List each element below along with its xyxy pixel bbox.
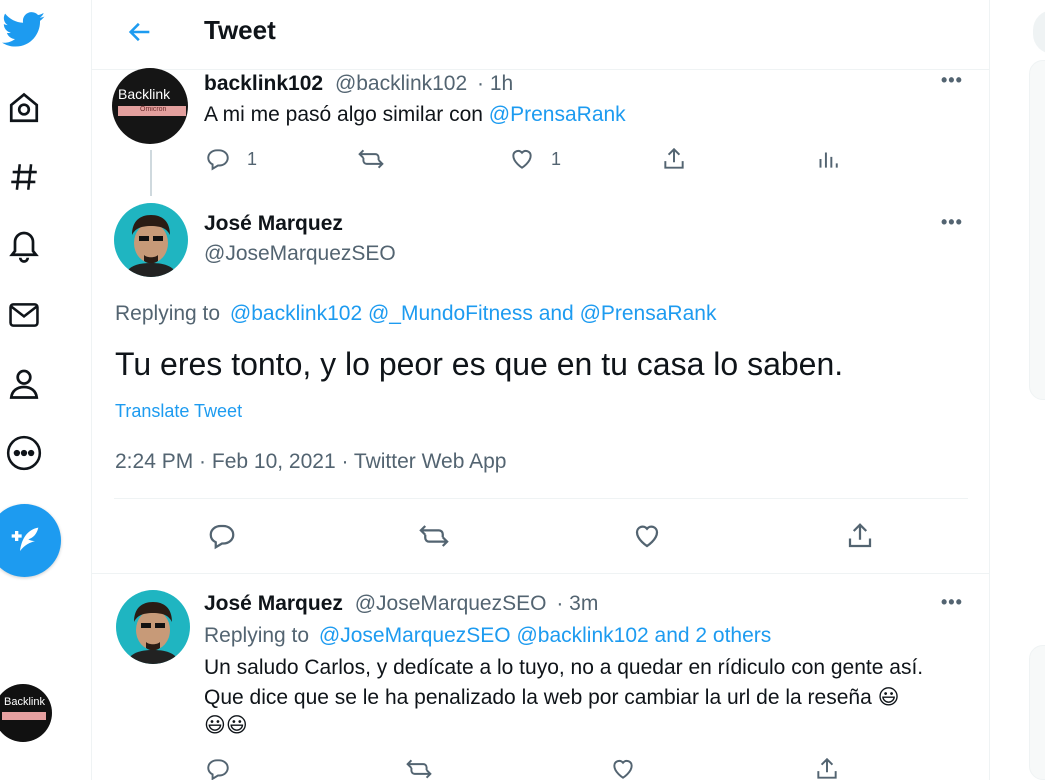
author-handle[interactable]: @backlink102 xyxy=(335,72,467,95)
messages-mail-icon[interactable] xyxy=(4,295,44,335)
retweet-button[interactable] xyxy=(417,521,451,551)
heart-icon xyxy=(613,759,633,779)
heart-icon xyxy=(635,525,659,548)
analytics-icon xyxy=(819,152,838,168)
page-title: Tweet xyxy=(204,15,276,45)
replying-to-label: Replying to xyxy=(204,624,310,647)
more-options-icon[interactable]: ••• xyxy=(941,70,963,91)
reply-icon xyxy=(207,759,229,780)
reply-icon xyxy=(207,149,229,171)
more-icon[interactable] xyxy=(4,433,44,473)
compose-tweet-button[interactable] xyxy=(0,504,61,577)
reply-button[interactable] xyxy=(205,756,231,780)
page-header: Tweet xyxy=(92,0,990,70)
share-icon xyxy=(848,523,872,548)
avatar[interactable] xyxy=(114,203,188,277)
replying-to-mentions[interactable]: @backlink102 @_MundoFitness and @PrensaR… xyxy=(230,302,717,325)
author-name[interactable]: backlink102 xyxy=(204,72,323,95)
back-button[interactable] xyxy=(122,14,158,50)
divider xyxy=(114,498,968,499)
author-handle[interactable]: @JoseMarquezSEO xyxy=(204,242,396,266)
right-sidebar xyxy=(991,0,1045,780)
replying-to-mentions[interactable]: @JoseMarquezSEO @backlink102 and 2 other… xyxy=(319,624,771,647)
compose-tweet-icon xyxy=(11,527,38,551)
explore-hashtag-icon[interactable] xyxy=(4,157,44,197)
analytics-button[interactable] xyxy=(814,146,840,172)
replying-to-label: Replying to xyxy=(115,302,221,325)
search-input[interactable] xyxy=(1033,10,1045,54)
thread-line xyxy=(150,150,152,196)
retweet-button[interactable] xyxy=(356,146,386,172)
home-icon[interactable] xyxy=(4,88,44,128)
tweet-text: Tu eres tonto, y lo peor es que en tu ca… xyxy=(115,346,844,382)
left-navigation: Backlink xyxy=(0,0,92,780)
author-handle[interactable]: @JoseMarquezSEO xyxy=(355,592,547,615)
reply-button[interactable] xyxy=(207,521,237,551)
retweet-button[interactable] xyxy=(404,756,434,780)
avatar[interactable] xyxy=(116,590,190,664)
tweet-time[interactable]: · 3m xyxy=(556,592,598,615)
reply-count: 1 xyxy=(247,148,258,169)
tweet-text: A mi me pasó algo similar con xyxy=(204,103,489,126)
tweet-text-line: 😃😃 xyxy=(204,714,248,737)
avatar-illustration-icon xyxy=(126,602,180,664)
avatar-sublabel: Ömicron xyxy=(140,106,167,113)
heart-icon xyxy=(512,149,532,169)
share-button[interactable] xyxy=(845,521,875,551)
share-button[interactable] xyxy=(661,146,687,172)
sidebar-card xyxy=(1029,645,1045,780)
like-button[interactable] xyxy=(610,756,636,780)
like-button[interactable]: 1 xyxy=(509,146,561,172)
profile-icon[interactable] xyxy=(4,364,44,404)
retweet-icon xyxy=(406,759,432,779)
retweet-icon xyxy=(358,149,384,169)
author-name[interactable]: José Marquez xyxy=(204,212,343,235)
like-button[interactable] xyxy=(632,521,662,551)
back-arrow-icon xyxy=(128,22,150,42)
account-avatar-label: Backlink xyxy=(4,696,45,708)
sidebar-card xyxy=(1029,60,1045,400)
avatar-illustration-icon xyxy=(124,215,178,277)
main-column: Tweet Backlink Ömicron backlink102 @back… xyxy=(91,0,990,780)
reply-button[interactable]: 1 xyxy=(205,146,257,172)
account-avatar[interactable]: Backlink xyxy=(0,684,52,742)
reply-icon xyxy=(209,524,235,550)
avatar-label: Backlink xyxy=(118,86,171,102)
avatar[interactable]: Backlink Ömicron xyxy=(112,68,188,144)
like-count: 1 xyxy=(551,148,562,169)
share-icon xyxy=(817,757,837,779)
divider xyxy=(92,573,990,574)
more-options-icon[interactable]: ••• xyxy=(941,212,963,233)
tweet-timestamp[interactable]: 2:24 PM · Feb 10, 2021 · Twitter Web App xyxy=(115,450,506,474)
share-button[interactable] xyxy=(814,756,840,780)
retweet-icon xyxy=(419,525,449,547)
mention-link[interactable]: @PrensaRank xyxy=(489,103,626,126)
share-icon xyxy=(664,147,684,169)
translate-tweet-link[interactable]: Translate Tweet xyxy=(115,401,242,422)
author-name[interactable]: José Marquez xyxy=(204,592,343,615)
tweet-text-line: Un saludo Carlos, y dedícate a lo tuyo, … xyxy=(204,656,924,679)
more-options-icon[interactable]: ••• xyxy=(941,592,963,613)
tweet-text-line: Que dice que se le ha penalizado la web … xyxy=(204,686,900,709)
twitter-bird-icon[interactable] xyxy=(2,10,46,50)
notifications-bell-icon[interactable] xyxy=(4,225,44,265)
tweet-time[interactable]: · 1h xyxy=(477,72,513,95)
